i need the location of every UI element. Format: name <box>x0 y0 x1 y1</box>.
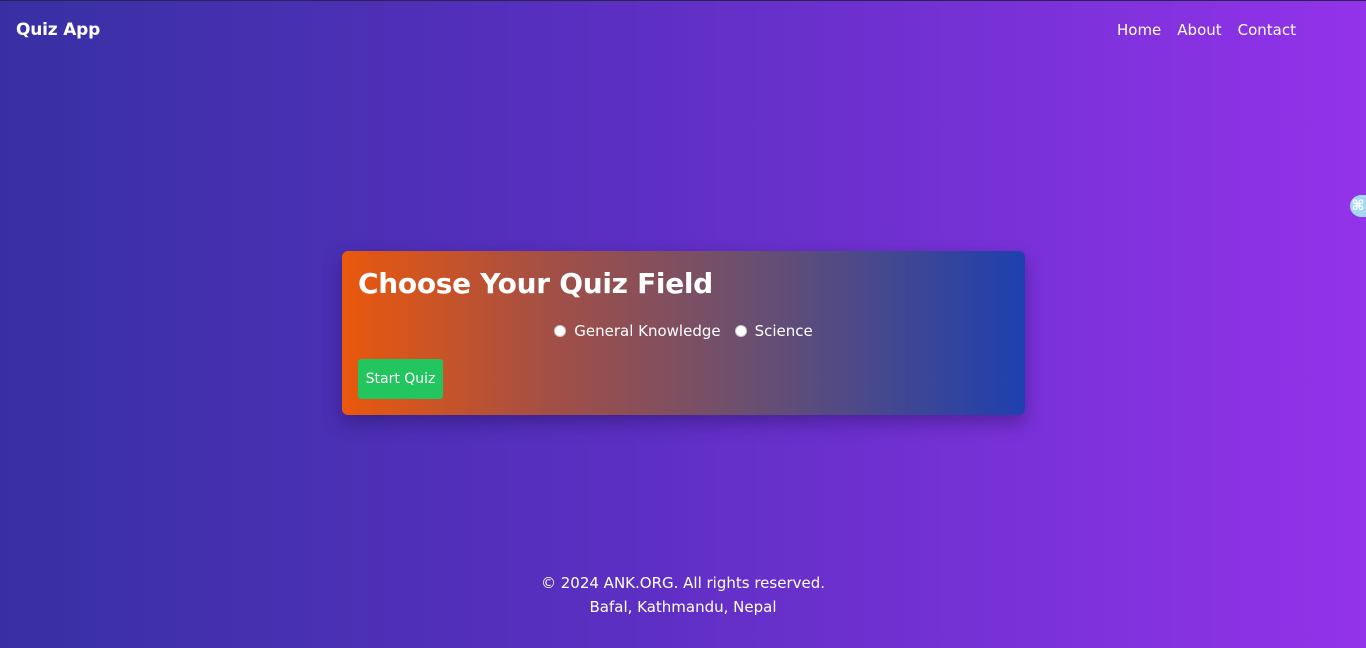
radio-science[interactable] <box>734 325 747 337</box>
option-general-knowledge[interactable]: General Knowledge <box>554 322 721 340</box>
navbar: Quiz App Home About Contact <box>0 0 1366 64</box>
quiz-field-options: General Knowledge Science <box>342 322 1025 340</box>
footer-copyright: © 2024 ANK.ORG. All rights reserved. <box>540 574 826 592</box>
card-title: Choose Your Quiz Field <box>358 267 713 300</box>
start-quiz-button[interactable]: Start Quiz <box>358 359 443 399</box>
nav-link-about[interactable]: About <box>1177 21 1221 39</box>
quiz-field-card: Choose Your Quiz Field General Knowledge… <box>342 251 1025 415</box>
command-icon[interactable]: ⌘ <box>1350 195 1366 217</box>
nav-links: Home About Contact <box>1117 21 1296 39</box>
footer-address: Bafal, Kathmandu, Nepal <box>589 598 777 616</box>
option-science[interactable]: Science <box>734 322 813 340</box>
option-label-general-knowledge: General Knowledge <box>574 322 721 340</box>
radio-general-knowledge[interactable] <box>554 325 567 337</box>
nav-link-contact[interactable]: Contact <box>1238 21 1296 39</box>
option-label-science: Science <box>754 322 813 340</box>
nav-link-home[interactable]: Home <box>1117 21 1161 39</box>
footer: © 2024 ANK.ORG. All rights reserved. Baf… <box>0 571 1366 619</box>
brand-logo[interactable]: Quiz App <box>16 20 100 40</box>
